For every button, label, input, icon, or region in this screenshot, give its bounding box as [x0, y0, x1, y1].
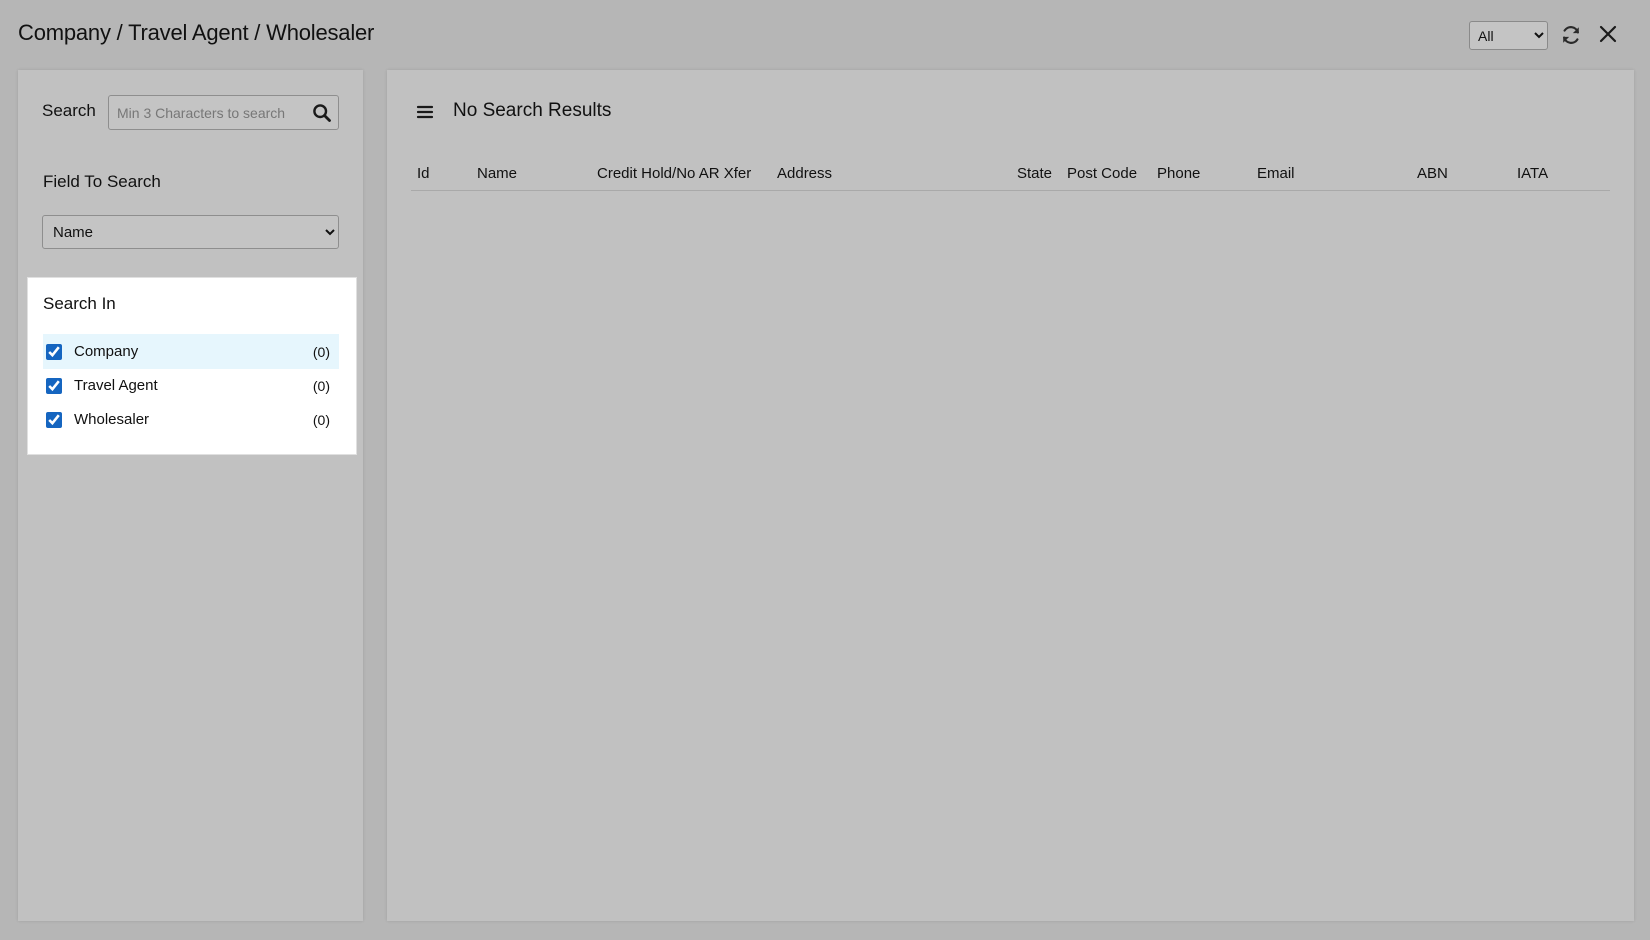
search-in-item-count: (0): [312, 411, 330, 428]
search-in-item-travel-agent[interactable]: Travel Agent (0): [43, 368, 339, 403]
search-box: [108, 95, 339, 130]
search-panel: Search Field To Search Name Search In Co…: [18, 70, 363, 921]
column-header-credit-hold[interactable]: Credit Hold/No AR Xfer: [597, 165, 751, 182]
page-title: Company / Travel Agent / Wholesaler: [18, 20, 375, 45]
search-in-item-company[interactable]: Company (0): [43, 334, 339, 369]
refresh-icon: [1563, 26, 1579, 44]
column-header-abn[interactable]: ABN: [1417, 165, 1448, 182]
travel-agent-checkbox[interactable]: [46, 377, 62, 394]
search-in-item-count: (0): [312, 377, 330, 394]
search-in-item-label: Company: [74, 343, 139, 360]
search-icon[interactable]: [312, 103, 332, 123]
results-panel: No Search Results Id Name Credit Hold/No…: [387, 70, 1634, 921]
filter-select[interactable]: All: [1469, 21, 1548, 50]
wholesaler-checkbox[interactable]: [46, 411, 62, 428]
search-in-title: Search In: [43, 294, 116, 313]
company-checkbox[interactable]: [46, 343, 62, 360]
field-to-search-label: Field To Search: [43, 172, 161, 191]
search-in-item-label: Travel Agent: [74, 377, 158, 394]
column-header-address[interactable]: Address: [777, 165, 832, 182]
search-in-item-wholesaler[interactable]: Wholesaler (0): [43, 402, 339, 437]
column-header-post-code[interactable]: Post Code: [1067, 165, 1137, 182]
close-button[interactable]: [1595, 21, 1621, 47]
close-icon: [1599, 25, 1617, 43]
column-header-name[interactable]: Name: [477, 165, 517, 182]
search-in-card: Search In Company (0) Travel Agent (0) W…: [27, 277, 357, 455]
search-in-item-label: Wholesaler: [74, 411, 150, 428]
column-header-phone[interactable]: Phone: [1157, 165, 1200, 182]
results-title: No Search Results: [453, 100, 612, 121]
column-header-state[interactable]: State: [1017, 165, 1052, 182]
column-header-id[interactable]: Id: [417, 165, 430, 182]
refresh-button[interactable]: [1558, 22, 1584, 48]
search-input[interactable]: [109, 96, 304, 129]
search-in-item-count: (0): [312, 343, 330, 360]
results-table-header: Id Name Credit Hold/No AR Xfer Address S…: [411, 160, 1610, 191]
column-header-iata[interactable]: IATA: [1517, 165, 1548, 182]
header-bar: Company / Travel Agent / Wholesaler All: [0, 0, 1650, 70]
hamburger-menu-icon[interactable]: [415, 102, 435, 122]
column-header-email[interactable]: Email: [1257, 165, 1295, 182]
search-label: Search: [42, 101, 96, 120]
field-to-search-select[interactable]: Name: [42, 215, 339, 249]
